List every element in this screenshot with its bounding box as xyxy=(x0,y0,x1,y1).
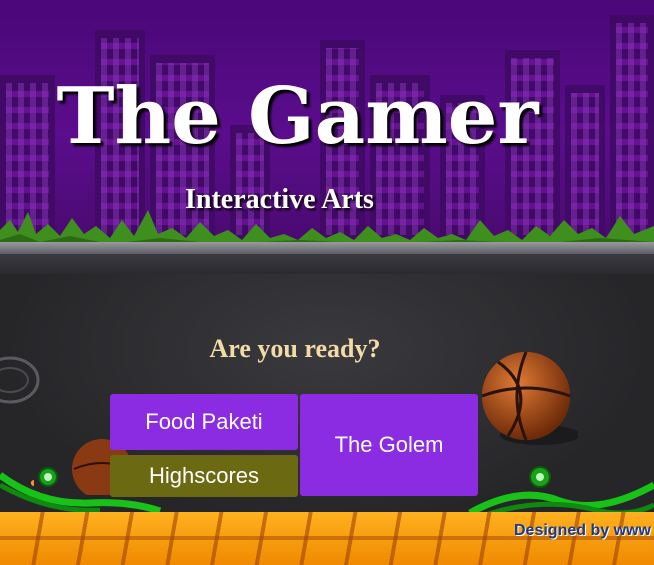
snail-icon: ◖ xyxy=(28,474,37,490)
top-rail xyxy=(0,242,654,254)
highscores-button[interactable]: Highscores xyxy=(110,455,298,497)
game-subtitle: Interactive Arts xyxy=(185,184,374,215)
ready-prompt: Are you ready? xyxy=(209,334,381,363)
food-paketi-button[interactable]: Food Paketi xyxy=(110,394,298,450)
basketball-icon xyxy=(481,351,578,445)
game-title: The Gamer xyxy=(56,71,539,162)
rail-band xyxy=(0,254,654,274)
the-golem-button[interactable]: The Golem xyxy=(300,394,478,496)
game-stage: ◖ The Gamer Interactive Arts Are you rea… xyxy=(0,0,654,565)
designer-credit[interactable]: Designed by www xyxy=(514,522,651,540)
